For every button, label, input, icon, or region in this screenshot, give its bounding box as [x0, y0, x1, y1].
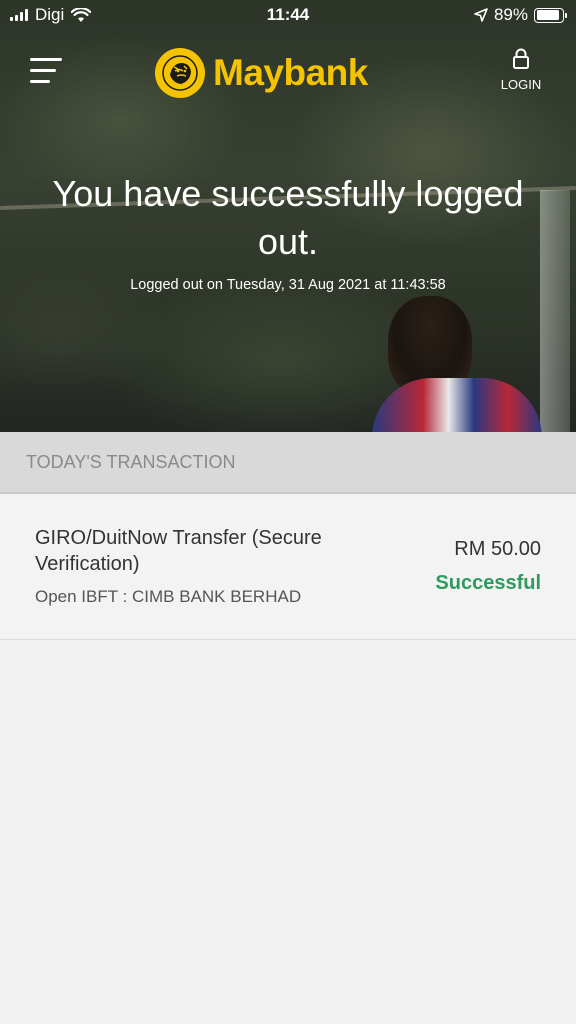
- lock-icon: [513, 48, 529, 69]
- logout-headline: You have successfully logged out.: [52, 173, 524, 262]
- transaction-status: Successful: [435, 572, 541, 594]
- battery-icon: [534, 7, 567, 23]
- battery-percent: 89%: [493, 5, 528, 24]
- section-title-todays-transaction: TODAY'S TRANSACTION: [0, 432, 576, 494]
- menu-button[interactable]: [30, 56, 64, 86]
- status-bar: Digi 11:44 89%: [0, 0, 576, 30]
- login-button[interactable]: LOGIN: [498, 48, 544, 92]
- maybank-logo: Maybank: [155, 48, 368, 98]
- transaction-amount: RM 50.00: [454, 538, 541, 560]
- menu-icon: [30, 58, 62, 61]
- maybank-tiger-logo: [155, 48, 205, 98]
- transaction-subtitle: Open IBFT : CIMB BANK BERHAD: [35, 587, 302, 606]
- transaction-title: GIRO/DuitNow Transfer (Secure Verificati…: [35, 527, 322, 575]
- transaction-row[interactable]: GIRO/DuitNow Transfer (Secure Verificati…: [0, 494, 576, 640]
- login-label: LOGIN: [500, 77, 542, 92]
- brand-name: Maybank: [213, 52, 368, 93]
- location-arrow-icon: [474, 8, 488, 22]
- logout-timestamp: Logged out on Tuesday, 31 Aug 2021 at 11…: [130, 277, 446, 293]
